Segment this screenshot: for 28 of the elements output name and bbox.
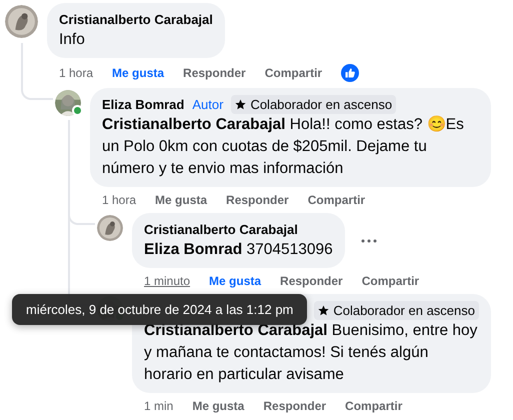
reply-link[interactable]: Responder bbox=[280, 274, 343, 288]
badge-text: Colaborador en ascenso bbox=[333, 303, 475, 318]
reply-link[interactable]: Responder bbox=[226, 193, 289, 207]
like-link[interactable]: Me gusta bbox=[209, 274, 262, 288]
share-link[interactable]: Compartir bbox=[345, 399, 402, 413]
author-name[interactable]: Cristianalberto Carabajal bbox=[59, 12, 213, 27]
like-link[interactable]: Me gusta bbox=[192, 399, 244, 413]
share-link[interactable]: Compartir bbox=[362, 274, 420, 288]
like-link[interactable]: Me gusta bbox=[155, 193, 208, 207]
share-link[interactable]: Compartir bbox=[264, 66, 322, 80]
star-icon bbox=[318, 305, 330, 316]
star-icon bbox=[235, 99, 246, 110]
more-options-icon[interactable] bbox=[360, 238, 377, 242]
author-name[interactable]: Cristianalberto Carabajal bbox=[144, 222, 298, 237]
comment-text: Cristianalberto Carabajal Hola!! como estas? 😊Es un Polo 0km con cuotas de $205mil. Dejame tu número y te envio mas información bbox=[102, 114, 465, 179]
share-link[interactable]: Compartir bbox=[308, 193, 366, 207]
comment-time-link[interactable]: 1 hora bbox=[59, 66, 94, 80]
like-link[interactable]: Me gusta bbox=[112, 66, 164, 80]
comment-text: Info bbox=[59, 30, 86, 50]
reply-link[interactable]: Responder bbox=[183, 66, 246, 80]
comment-time-link[interactable]: 1 min bbox=[144, 399, 174, 413]
comment-time-link[interactable]: 1 minuto bbox=[144, 274, 190, 288]
author-label: Autor bbox=[192, 97, 224, 112]
reply-link[interactable]: Responder bbox=[263, 399, 326, 413]
badge-text: Colaborador en ascenso bbox=[250, 97, 392, 112]
author-name[interactable]: Eliza Bomrad bbox=[102, 97, 184, 112]
comment-time-link[interactable]: 1 hora bbox=[102, 193, 136, 207]
comment-text: Eliza Bomrad 3704513096 bbox=[144, 240, 333, 260]
